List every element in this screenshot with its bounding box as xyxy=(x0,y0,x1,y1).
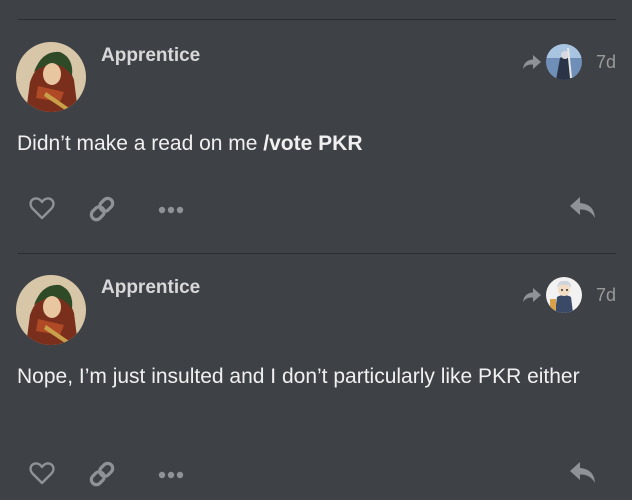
post-body-text: Nope, I’m just insulted and I don’t part… xyxy=(17,365,580,388)
post-age[interactable]: 7d xyxy=(596,285,616,306)
user-avatar[interactable] xyxy=(16,275,86,345)
reply-to-arrow-icon[interactable] xyxy=(520,285,544,305)
post-body-text: Didn’t make a read on me xyxy=(17,132,264,155)
post-meta: 7d xyxy=(520,44,616,80)
user-avatar[interactable] xyxy=(16,42,86,112)
post-meta: 7d xyxy=(520,277,616,313)
ellipsis-icon[interactable] xyxy=(158,205,184,215)
post-body: Nope, I’m just insulted and I don’t part… xyxy=(17,362,602,392)
link-icon[interactable] xyxy=(87,459,117,489)
username[interactable]: Apprentice xyxy=(101,45,200,67)
post-body: Didn’t make a read on me /vote PKR xyxy=(17,129,602,159)
link-icon[interactable] xyxy=(87,194,117,224)
top-divider xyxy=(18,19,616,20)
reply-icon[interactable] xyxy=(568,459,598,487)
username[interactable]: Apprentice xyxy=(101,277,200,299)
heart-icon[interactable] xyxy=(28,459,56,487)
post-divider xyxy=(18,253,616,254)
ellipsis-icon[interactable] xyxy=(158,470,184,480)
heart-icon[interactable] xyxy=(28,194,56,222)
reply-to-arrow-icon[interactable] xyxy=(520,52,544,72)
reply-to-avatar[interactable] xyxy=(545,44,582,80)
post-actions xyxy=(0,194,632,228)
reply-icon[interactable] xyxy=(568,194,598,222)
post-age[interactable]: 7d xyxy=(596,52,616,73)
post-actions xyxy=(0,459,632,493)
reply-to-avatar[interactable] xyxy=(545,277,582,313)
post-body-bold: /vote PKR xyxy=(263,132,363,155)
